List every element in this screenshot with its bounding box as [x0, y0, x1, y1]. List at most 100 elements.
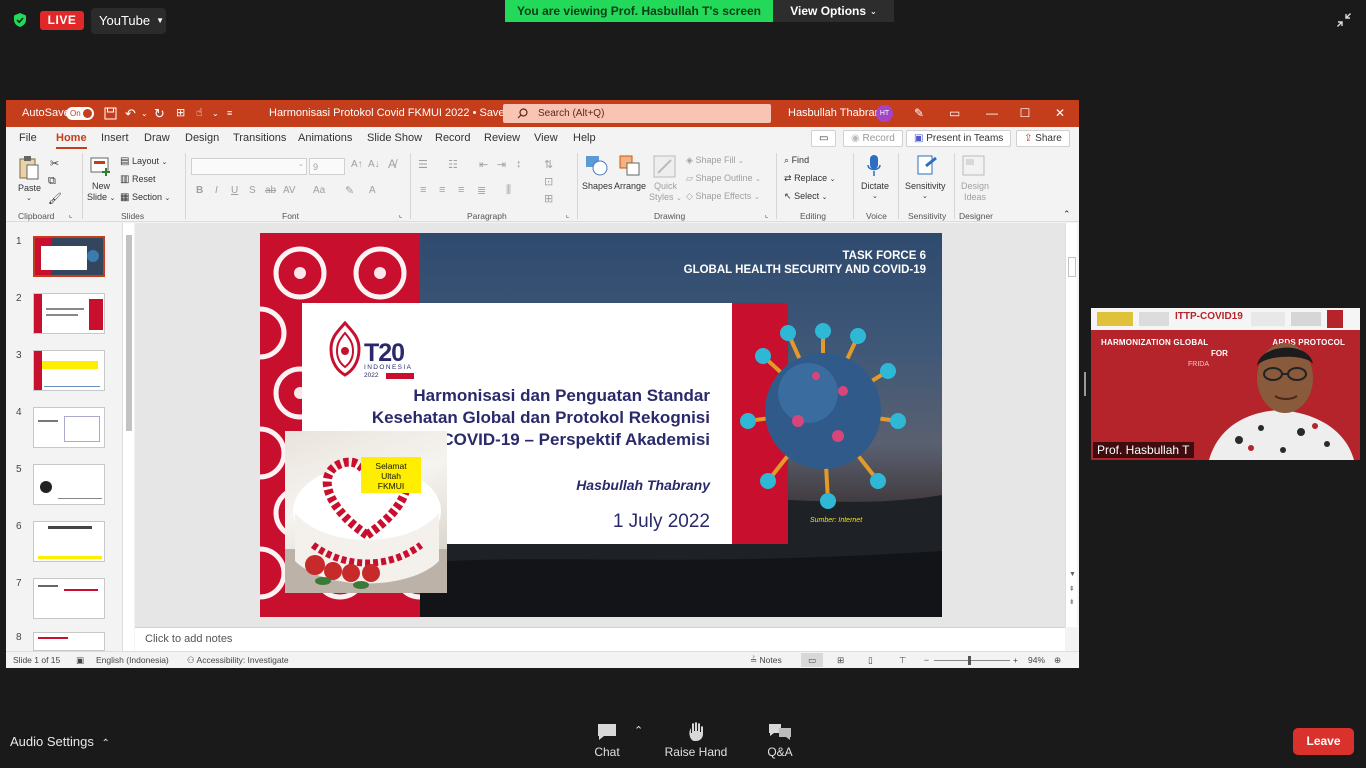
shrink-font-icon[interactable]: A↓ [368, 159, 380, 170]
live-badge[interactable]: LIVE [40, 11, 84, 30]
design-ideas-icon[interactable] [962, 155, 986, 177]
shadow-icon[interactable]: S [249, 185, 256, 196]
underline-icon[interactable]: U [231, 185, 238, 196]
align-center-icon[interactable]: ≡ [439, 184, 445, 196]
dictate-label[interactable]: Dictate [861, 181, 889, 191]
select-button[interactable]: ↖ Select ⌄ [784, 191, 827, 202]
tab-review[interactable]: Review [484, 132, 520, 144]
font-launcher-icon[interactable]: ⌞ [399, 211, 402, 219]
tab-home[interactable]: Home [56, 132, 87, 149]
bold-icon[interactable]: B [196, 185, 203, 196]
format-painter-icon[interactable]: 🖌 [48, 192, 62, 205]
slide-thumbnail-8[interactable] [33, 632, 105, 651]
increase-indent-icon[interactable]: ⇥ [497, 158, 506, 171]
paste-label[interactable]: Paste [18, 183, 41, 193]
zoom-in-icon[interactable]: + [1013, 652, 1018, 668]
stream-target-dropdown[interactable]: YouTube ▼ [91, 8, 166, 34]
copy-icon[interactable]: ⧉ [48, 175, 56, 188]
chat-options-chevron-icon[interactable]: ⌃ [634, 724, 643, 737]
chat-button[interactable]: Chat [587, 722, 627, 759]
font-name-box[interactable] [191, 158, 307, 175]
bullets-icon[interactable]: ☰ [418, 158, 428, 171]
tab-animations[interactable]: Animations [298, 132, 352, 144]
slide-scrollbar[interactable]: ▼ ⇞ ⇟ [1065, 223, 1077, 627]
notes-pane[interactable]: Click to add notes [135, 627, 1065, 651]
char-spacing-icon[interactable]: AV [283, 185, 296, 196]
audio-settings-button[interactable]: Audio Settings ⌃ [10, 734, 110, 749]
clear-format-icon[interactable]: A̸ [388, 157, 396, 171]
redo-icon[interactable]: ↻ [154, 100, 165, 127]
search-box[interactable]: Search (Alt+Q) [503, 104, 771, 123]
zoom-slider-thumb[interactable] [968, 656, 971, 665]
design-ideas-label-2[interactable]: Ideas [964, 192, 986, 202]
shapes-label[interactable]: Shapes [582, 181, 613, 191]
accessibility-status[interactable]: ⚇ Accessibility: Investigate [187, 652, 289, 668]
tab-view[interactable]: View [534, 132, 558, 144]
find-button[interactable]: ⌕ Find [784, 155, 809, 166]
shape-effects-button[interactable]: ◇ Shape Effects ⌄ [686, 191, 760, 202]
pen-icon[interactable]: ✎ [914, 100, 924, 127]
reading-view-icon[interactable]: ▯ [868, 652, 873, 668]
shapes-icon[interactable] [585, 155, 609, 177]
tab-record[interactable]: Record [435, 132, 470, 144]
layout-button[interactable]: ▤ Layout ⌄ [120, 156, 167, 167]
user-avatar[interactable]: HT [876, 105, 893, 122]
view-options-button[interactable]: View Options ⌄ [773, 0, 894, 22]
replace-button[interactable]: ⇄ Replace ⌄ [784, 173, 835, 184]
zoom-out-icon[interactable]: − [924, 652, 929, 668]
clipboard-launcher-icon[interactable]: ⌞ [69, 211, 72, 219]
numbering-icon[interactable]: ☷ [448, 158, 458, 171]
quick-styles-label[interactable]: Quick [654, 181, 677, 191]
columns-icon[interactable]: ⫼ [506, 184, 511, 197]
font-name-caret-icon[interactable]: ⌄ [298, 160, 304, 168]
align-right-icon[interactable]: ≡ [458, 184, 464, 196]
scroll-down-icon[interactable]: ▼ [1069, 571, 1076, 578]
paragraph-launcher-icon[interactable]: ⌞ [566, 211, 569, 219]
touch-mode-icon[interactable]: ☝ [196, 100, 203, 127]
decrease-indent-icon[interactable]: ⇤ [479, 158, 488, 171]
record-button[interactable]: ◉ Record [843, 130, 903, 147]
tab-transitions[interactable]: Transitions [233, 132, 286, 144]
next-slide-icon[interactable]: ⇟ [1069, 598, 1075, 606]
touch-caret-icon[interactable]: ⌄ [212, 100, 219, 127]
normal-view-icon[interactable]: ▭ [801, 653, 823, 667]
close-icon[interactable]: ✕ [1045, 100, 1075, 127]
smartart-icon[interactable]: ⊞ [544, 192, 553, 205]
save-icon[interactable] [104, 107, 117, 120]
scrollbar-thumb[interactable] [1068, 257, 1076, 277]
tab-help[interactable]: Help [573, 132, 596, 144]
microphone-icon[interactable] [866, 154, 882, 178]
design-ideas-label[interactable]: Design [961, 181, 989, 191]
strikethrough-icon[interactable]: ab [265, 185, 276, 196]
shape-outline-button[interactable]: ▱ Shape Outline ⌄ [686, 173, 761, 184]
exit-fullscreen-icon[interactable] [1336, 12, 1352, 28]
previous-slide-icon[interactable]: ⇞ [1069, 585, 1075, 593]
present-in-teams-button[interactable]: ▣ Present in Teams [906, 130, 1012, 147]
tab-insert[interactable]: Insert [101, 132, 129, 144]
line-spacing-icon[interactable]: ↕ [516, 158, 522, 170]
tab-design[interactable]: Design [185, 132, 219, 144]
reset-button[interactable]: ▥ Reset [120, 174, 155, 185]
tab-slide-show[interactable]: Slide Show [367, 132, 422, 144]
quick-styles-icon[interactable] [653, 155, 677, 179]
undo-icon[interactable]: ↶ [125, 100, 136, 127]
slideshow-view-icon[interactable]: ⊤ [899, 652, 906, 668]
slide-thumbnail-2[interactable] [33, 293, 105, 334]
customize-toolbar-icon[interactable]: ≡ [227, 100, 232, 127]
comments-button[interactable]: ▭ [811, 130, 836, 147]
participant-video[interactable]: ITTP-COVID19 HARMONIZATION GLOBAL ARDS PR… [1091, 308, 1360, 460]
tab-draw[interactable]: Draw [144, 132, 170, 144]
font-color-icon[interactable]: A [369, 185, 376, 196]
drawing-launcher-icon[interactable]: ⌞ [765, 211, 768, 219]
slide-thumbnail-1[interactable] [33, 236, 105, 277]
dictate-caret-icon[interactable]: ⌄ [872, 192, 878, 200]
change-case-icon[interactable]: Aa [313, 185, 325, 196]
present-from-start-icon[interactable]: ⊞ [176, 100, 185, 127]
shape-fill-button[interactable]: ◈ Shape Fill ⌄ [686, 155, 744, 166]
cut-icon[interactable]: ✂ [50, 157, 59, 170]
sensitivity-label[interactable]: Sensitivity [905, 181, 946, 191]
maximize-icon[interactable]: ☐ [1010, 100, 1040, 127]
notes-toggle[interactable]: ≟ Notes [750, 652, 782, 668]
shield-icon[interactable] [12, 12, 28, 28]
undo-caret-icon[interactable]: ⌄ [141, 100, 148, 127]
